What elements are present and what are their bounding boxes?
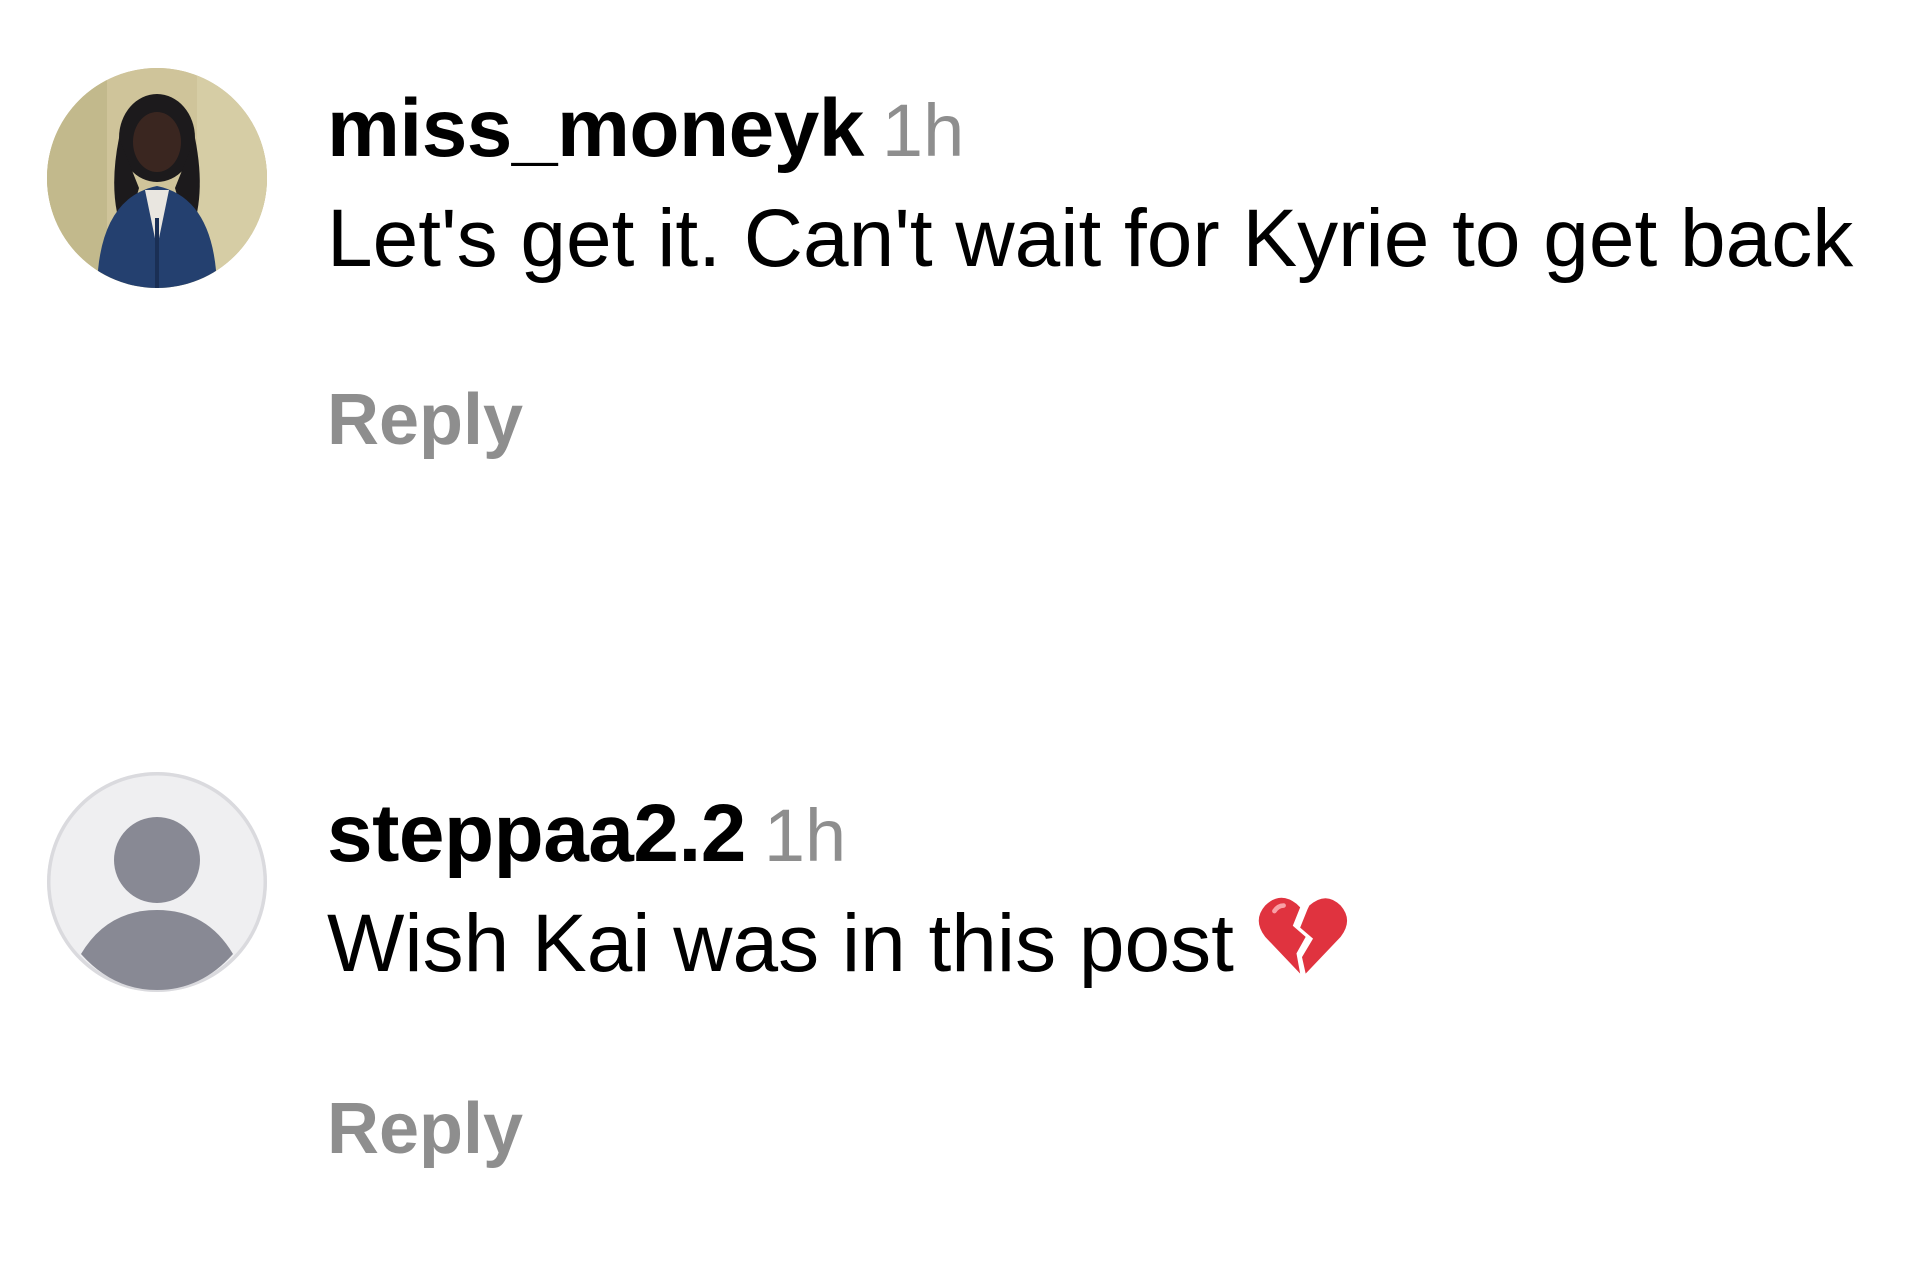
comment-header: miss_moneyk 1h [327,83,1880,174]
comment-timestamp: 1h [881,89,965,172]
default-avatar-icon [47,772,267,992]
username-link[interactable]: miss_moneyk [327,83,864,174]
comment-text-content: Wish Kai was in this post [327,898,1234,989]
comment-body: miss_moneyk 1h Let's get it. Can't wait f… [327,86,1880,461]
comment-text: Wish Kai was in this post [327,881,1867,1006]
user-avatar[interactable] [47,772,267,992]
reply-button[interactable]: Reply [327,379,523,461]
user-avatar[interactable] [47,68,267,288]
comment-header: steppaa2.2 1h [327,788,1880,879]
comment-body: steppaa2.2 1h Wish Kai was in this post R… [327,791,1880,1170]
reply-button[interactable]: Reply [327,1088,523,1170]
broken-heart-icon [1258,897,1347,974]
profile-photo-icon [47,68,267,288]
username-link[interactable]: steppaa2.2 [327,788,746,879]
comment-timestamp: 1h [763,794,847,877]
comment-text: Let's get it. Can't wait for Kyrie to ge… [327,193,1854,284]
comment-list: miss_moneyk 1h Let's get it. Can't wait f… [0,0,1920,1280]
